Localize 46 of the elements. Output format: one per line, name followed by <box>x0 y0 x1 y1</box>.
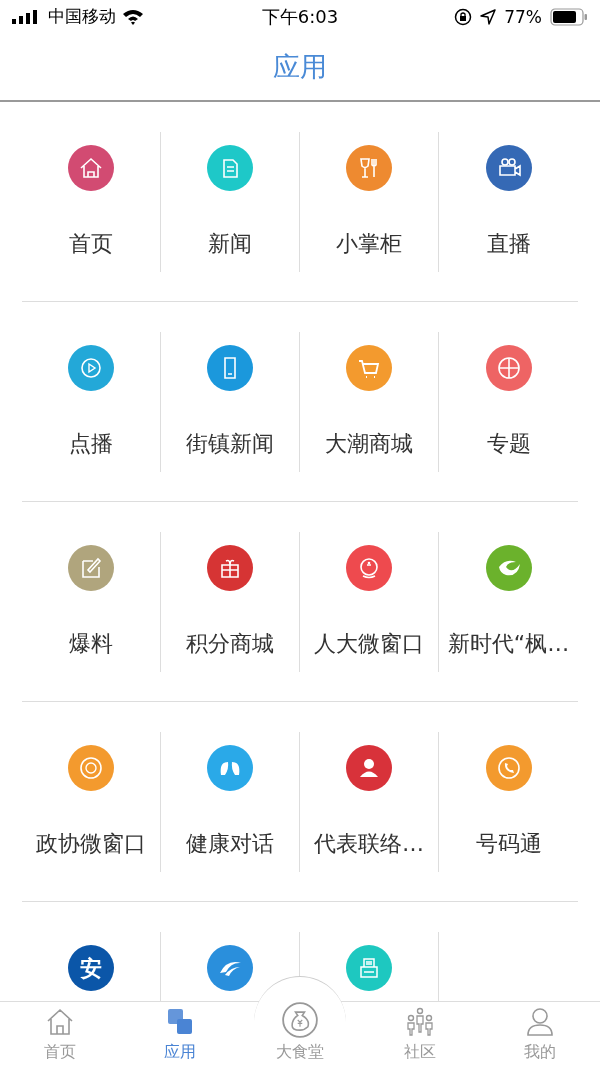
person-icon[interactable] <box>346 745 392 791</box>
carrier-name: 中国移动 <box>48 5 116 28</box>
badge-icon[interactable] <box>68 745 114 791</box>
app-label[interactable]: 爆料 <box>69 629 113 659</box>
phone-handset-icon[interactable] <box>485 745 532 791</box>
app-label[interactable]: 健康对话 <box>186 829 274 859</box>
app-label[interactable]: 街镇新闻 <box>186 429 274 459</box>
app-label[interactable]: 人大微窗口 <box>314 629 424 659</box>
app-label[interactable]: 首页 <box>69 229 113 259</box>
location-icon <box>480 8 497 25</box>
rotation-lock-icon <box>454 7 473 26</box>
house-icon[interactable] <box>68 145 114 191</box>
video-camera-icon[interactable] <box>485 145 532 191</box>
battery-percent: 77% <box>504 6 542 27</box>
app-label[interactable]: 点播 <box>69 429 113 459</box>
cart-icon[interactable] <box>346 345 392 391</box>
wifi-icon <box>122 8 144 25</box>
app-label[interactable]: 代表联络… <box>314 829 424 859</box>
tab-item[interactable]: 应用 <box>120 1002 240 1067</box>
status-time: 下午6:03 <box>261 4 339 29</box>
emblem-icon[interactable] <box>346 545 392 591</box>
play-icon[interactable] <box>68 345 114 391</box>
app-label[interactable]: 号码通 <box>475 829 542 859</box>
person-icon <box>524 1006 556 1038</box>
pencil-note-icon[interactable] <box>68 545 114 591</box>
money-bag-icon <box>279 1002 321 1038</box>
app-label[interactable]: 积分商城 <box>186 629 274 659</box>
leaf-swirl-icon[interactable] <box>485 545 532 591</box>
app-label[interactable]: 直播 <box>486 229 531 259</box>
document-icon[interactable] <box>207 145 253 191</box>
grid-circle-icon[interactable] <box>485 345 532 391</box>
app-label[interactable]: 小掌柜 <box>336 229 402 259</box>
app-label[interactable]: 政协微窗口 <box>36 829 146 859</box>
people-icon <box>404 1006 436 1038</box>
app-label[interactable]: 新闻 <box>208 229 252 259</box>
wave-icon[interactable] <box>207 945 253 991</box>
app-icon[interactable]: 安 <box>68 945 114 991</box>
glass-fork-icon[interactable] <box>346 145 392 191</box>
app-label[interactable]: 专题 <box>486 429 531 459</box>
app-label[interactable]: 大潮商城 <box>325 429 413 459</box>
app-label[interactable]: 新时代“枫… <box>447 629 570 659</box>
phone-icon[interactable] <box>207 345 253 391</box>
page-title: 应用 <box>273 49 327 84</box>
gift-icon[interactable] <box>207 545 253 591</box>
printer-icon[interactable] <box>346 945 392 991</box>
battery-icon <box>550 7 588 26</box>
